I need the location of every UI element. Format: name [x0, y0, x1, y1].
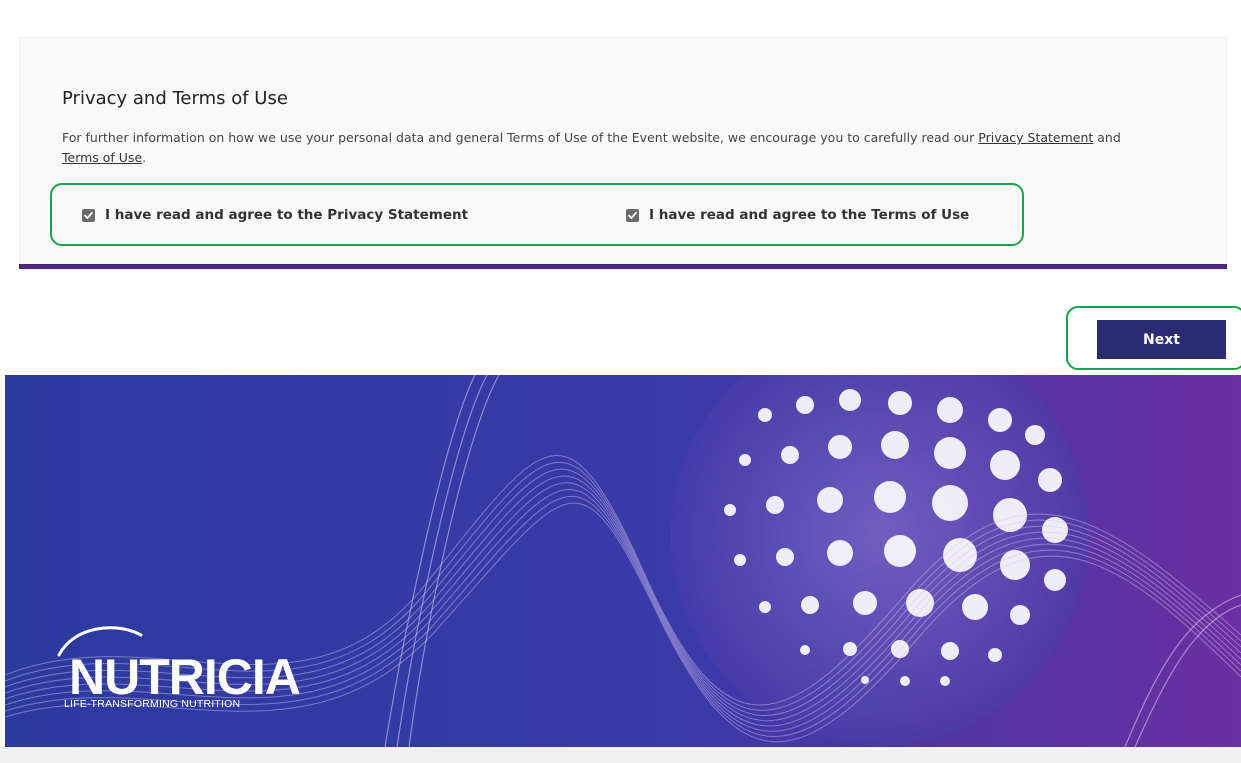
section-title: Privacy and Terms of Use — [62, 88, 288, 109]
next-highlight-annotation — [1066, 306, 1241, 370]
description-text-middle: and — [1093, 130, 1121, 145]
brand-logo: NUTRICIA — [69, 649, 301, 705]
checkbox-highlight-annotation — [50, 183, 1024, 246]
privacy-statement-link[interactable]: Privacy Statement — [978, 130, 1093, 145]
brand-tagline: LIFE-TRANSFORMING NUTRITION — [64, 698, 241, 710]
card-accent-bar — [19, 264, 1227, 269]
description-text-prefix: For further information on how we use yo… — [62, 130, 979, 145]
terms-of-use-link[interactable]: Terms of Use — [62, 150, 142, 165]
footer-strip — [0, 747, 1241, 763]
description-text-suffix: . — [142, 150, 147, 165]
section-description: For further information on how we use yo… — [62, 128, 1152, 168]
